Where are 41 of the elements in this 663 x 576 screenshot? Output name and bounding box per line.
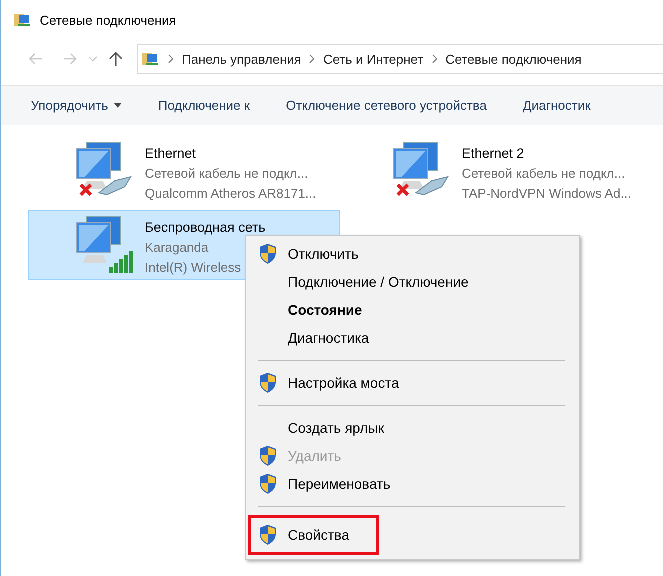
- window-title: Сетевые подключения: [40, 12, 176, 28]
- forward-arrow-icon[interactable]: [63, 53, 77, 65]
- back-arrow-icon[interactable]: [29, 53, 43, 65]
- shield-icon: [258, 524, 278, 546]
- menu-item[interactable]: Свойства: [248, 515, 379, 555]
- adapter-device: Qualcomm Atheros AR8171...: [145, 185, 316, 203]
- toolbar-button[interactable]: Диагностик: [522, 98, 591, 113]
- toolbar-button[interactable]: Подключение к: [158, 98, 250, 113]
- network-folder-icon: [142, 51, 160, 67]
- menu-item[interactable]: Переименовать: [248, 470, 577, 498]
- breadcrumb-item[interactable]: Сетевые подключения: [446, 52, 582, 66]
- adapter-status: Karaganda: [145, 239, 209, 257]
- menu-item[interactable]: Настройка моста: [248, 369, 577, 397]
- adapter-status: Сетевой кабель не подкл...: [145, 165, 308, 183]
- menu-item[interactable]: Диагностика: [248, 324, 577, 352]
- dropdown-caret-icon: [114, 103, 122, 108]
- chevron-down-icon[interactable]: [87, 55, 99, 63]
- adapter-name: Ethernet 2: [462, 145, 524, 163]
- chevron-right-icon: [168, 54, 174, 64]
- toolbar-button[interactable]: Отключение сетевого устройства: [286, 98, 487, 113]
- breadcrumb-item[interactable]: Сеть и Интернет: [323, 52, 424, 66]
- shield-icon: [258, 445, 278, 467]
- shield-icon: [258, 372, 278, 394]
- up-arrow-icon[interactable]: [109, 51, 123, 67]
- shield-icon: [258, 473, 278, 495]
- adapter-name: Ethernet: [145, 145, 196, 163]
- toolbar-button[interactable]: Упорядочить: [31, 98, 122, 113]
- menu-item[interactable]: Создать ярлык: [248, 414, 577, 442]
- adapter-status: Сетевой кабель не подкл...: [462, 165, 626, 183]
- address-bar[interactable]: Панель управления Сеть и Интернет Сетевые подключения: [137, 44, 663, 74]
- chevron-right-icon: [432, 54, 438, 64]
- network-adapter[interactable]: Ethernet 2 Сетевой кабель не подкл... TAP-NordVPN Windows Ad...: [345, 136, 645, 206]
- network-adapter[interactable]: Ethernet Сетевой кабель не подкл... Qualcomm Atheros AR8171...: [28, 136, 340, 206]
- adapter-device: TAP-NordVPN Windows Ad...: [462, 185, 632, 203]
- adapter-name: Беспроводная сеть: [145, 219, 266, 237]
- menu-item[interactable]: Состояние: [248, 296, 577, 324]
- chevron-right-icon: [309, 54, 316, 64]
- shield-icon: [258, 243, 278, 265]
- network-folder-icon: [14, 12, 32, 28]
- breadcrumb-item[interactable]: Панель управления: [182, 52, 302, 66]
- adapter-device: Intel(R) Wireless: [145, 259, 242, 277]
